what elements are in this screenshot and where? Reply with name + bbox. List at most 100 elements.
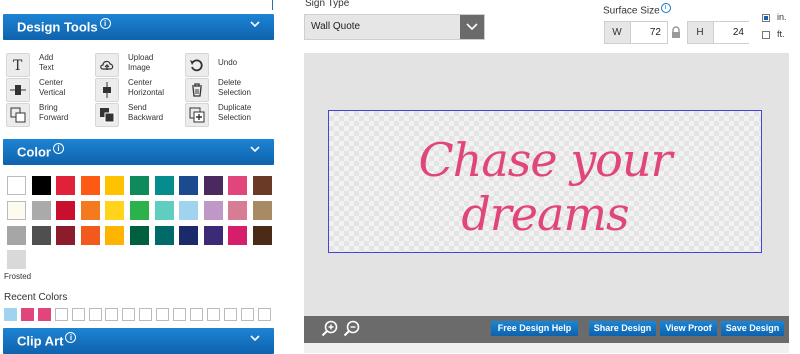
color-swatch[interactable] <box>105 226 125 245</box>
color-swatch[interactable] <box>228 201 248 220</box>
quote-text[interactable]: Chase your dreams <box>329 133 761 241</box>
color-swatch[interactable] <box>56 201 76 220</box>
color-swatch[interactable] <box>7 201 26 220</box>
color-swatch[interactable] <box>253 201 272 220</box>
color-swatch[interactable] <box>56 226 76 245</box>
recent-color-swatch[interactable] <box>20 308 34 321</box>
upload-image-tool[interactable]: Upload Image <box>95 53 183 77</box>
color-swatch[interactable] <box>154 226 174 245</box>
frosted-swatch[interactable] <box>7 250 26 269</box>
recent-color-swatch[interactable] <box>240 308 254 321</box>
recent-color-swatch[interactable] <box>105 308 119 321</box>
canvas-footer <box>304 343 789 353</box>
recent-color-swatch[interactable] <box>173 308 186 321</box>
recent-color-swatch[interactable] <box>37 308 51 321</box>
clip-art-header[interactable]: Clip Art i <box>3 328 274 354</box>
color-swatch[interactable] <box>154 176 174 195</box>
color-swatch[interactable] <box>31 176 51 195</box>
save-design-button[interactable]: Save Design <box>721 321 784 336</box>
info-icon[interactable]: i <box>660 3 671 13</box>
info-icon[interactable]: i <box>52 143 64 154</box>
color-swatch[interactable] <box>154 201 174 220</box>
height-box: H 24 <box>687 21 750 44</box>
color-swatch[interactable] <box>56 176 76 195</box>
color-swatch[interactable] <box>31 201 51 220</box>
zoom-out-icon[interactable] <box>343 320 361 338</box>
clip-art-title: Clip Art <box>17 333 64 349</box>
recent-color-swatch[interactable] <box>88 308 102 321</box>
color-swatch[interactable] <box>105 176 125 195</box>
width-input[interactable]: 72 <box>630 22 667 43</box>
color-swatch[interactable] <box>80 176 100 195</box>
artboard[interactable]: Chase your dreams <box>328 110 762 253</box>
recent-color-swatch[interactable] <box>4 308 17 321</box>
recent-color-swatch[interactable] <box>156 308 170 321</box>
lock-icon[interactable] <box>671 26 681 39</box>
center-horizontal-tool[interactable]: Center Horizontal <box>95 78 183 102</box>
info-icon[interactable]: i <box>65 332 77 343</box>
color-swatch[interactable] <box>203 176 223 195</box>
recent-color-swatch[interactable] <box>257 308 271 321</box>
color-header[interactable]: Color i <box>3 139 274 165</box>
width-label: W <box>612 27 622 38</box>
color-swatch[interactable] <box>253 226 272 245</box>
color-swatch[interactable] <box>203 226 223 245</box>
color-swatch[interactable] <box>130 176 149 195</box>
unit-ft-checkbox[interactable] <box>762 31 770 39</box>
unit-ft-label: ft. <box>777 29 785 39</box>
color-swatch[interactable] <box>179 201 199 220</box>
add-text-tool[interactable]: T Add Text <box>6 53 94 77</box>
upload-cloud-icon <box>95 53 119 77</box>
center-vertical-tool[interactable]: Center Vertical <box>6 78 94 102</box>
unit-in-label: in. <box>777 12 787 22</box>
trash-icon <box>185 78 209 102</box>
recent-color-swatch[interactable] <box>189 308 203 321</box>
free-design-help-button[interactable]: Free Design Help <box>491 321 578 336</box>
recent-color-swatch[interactable] <box>71 308 85 321</box>
color-swatch[interactable] <box>179 226 199 245</box>
center-vertical-label: Center Vertical <box>39 78 66 97</box>
zoom-in-icon[interactable] <box>321 320 339 338</box>
frosted-label: Frosted <box>4 272 32 281</box>
color-swatch[interactable] <box>80 201 100 220</box>
chevron-down-icon <box>250 146 260 153</box>
center-horizontal-icon <box>95 78 119 102</box>
bring-forward-tool[interactable]: Bring Forward <box>6 103 94 127</box>
delete-selection-tool[interactable]: Delete Selection <box>185 78 273 102</box>
color-swatch[interactable] <box>203 201 223 220</box>
color-swatch[interactable] <box>105 201 125 220</box>
send-backward-tool[interactable]: Send Backward <box>95 103 183 127</box>
send-backward-icon <box>95 103 119 127</box>
color-swatch[interactable] <box>31 226 51 245</box>
recent-color-swatch[interactable] <box>206 308 220 321</box>
color-swatch[interactable] <box>7 226 26 245</box>
top-edge <box>0 0 275 10</box>
recent-color-swatch[interactable] <box>139 308 153 321</box>
undo-tool[interactable]: Undo <box>185 53 273 77</box>
color-swatch[interactable] <box>130 201 149 220</box>
design-tools-header[interactable]: Design Tools i <box>3 14 274 40</box>
color-swatch[interactable] <box>179 176 199 195</box>
color-swatch[interactable] <box>228 176 248 195</box>
color-swatch[interactable] <box>80 226 100 245</box>
color-swatch[interactable] <box>130 226 149 245</box>
color-swatch[interactable] <box>253 176 272 195</box>
chevron-down-icon <box>250 21 260 28</box>
height-input[interactable]: 24 <box>713 22 750 43</box>
recent-color-swatch[interactable] <box>54 308 68 321</box>
duplicate-selection-tool[interactable]: Duplicate Selection <box>185 103 273 127</box>
dropdown-button[interactable] <box>460 15 484 39</box>
center-horizontal-label: Center Horizontal <box>128 78 165 97</box>
recent-color-swatch[interactable] <box>223 308 237 321</box>
sign-type-select[interactable]: Wall Quote <box>304 14 485 40</box>
info-icon[interactable]: i <box>99 18 111 29</box>
unit-in-checkbox[interactable] <box>762 14 770 22</box>
recent-color-swatch[interactable] <box>122 308 136 321</box>
color-swatch[interactable] <box>228 226 248 245</box>
view-proof-button[interactable]: View Proof <box>660 321 717 336</box>
duplicate-selection-label: Duplicate Selection <box>218 103 252 122</box>
upload-image-label: Upload Image <box>128 53 154 72</box>
color-swatch[interactable] <box>7 176 26 195</box>
panel-edge-mark <box>272 0 273 10</box>
share-design-button[interactable]: Share Design <box>589 321 656 336</box>
